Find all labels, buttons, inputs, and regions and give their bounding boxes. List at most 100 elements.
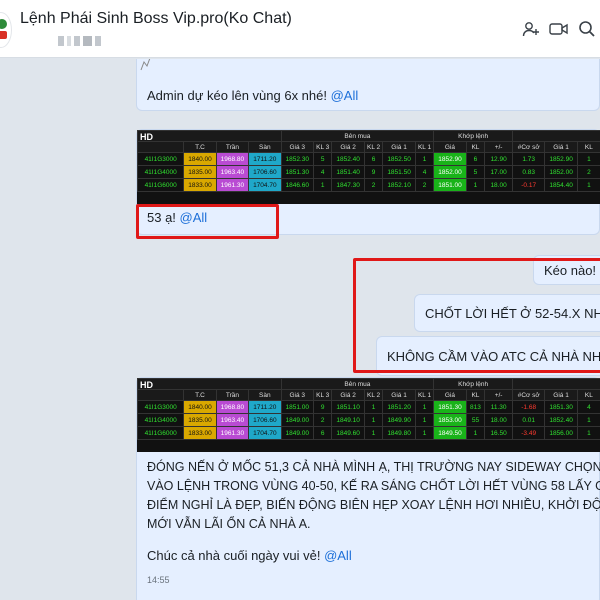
table-column-header: Giá 2 bbox=[331, 141, 365, 153]
table-cell: 1854.40 bbox=[544, 178, 578, 192]
table-cell: 1852.90 bbox=[433, 152, 467, 166]
table-column-header: T.C bbox=[183, 389, 217, 401]
table-cell: 41I1G4000 bbox=[137, 165, 185, 179]
table-cell: 18.00 bbox=[484, 413, 513, 427]
table-cell: 1851.40 bbox=[331, 165, 365, 179]
message-bubble[interactable]: HD Bên mua Khớp lệnh T.C Trần Sàn Giá 3 KL 3 Gi… bbox=[136, 377, 600, 600]
table-cell: 2 bbox=[363, 178, 384, 192]
add-member-icon[interactable] bbox=[520, 18, 542, 40]
table-cell: 1849.60 bbox=[331, 426, 365, 440]
table-cell: 1852.10 bbox=[382, 178, 416, 192]
table-cell: 17.00 bbox=[484, 165, 513, 179]
table-cell: 9 bbox=[312, 400, 333, 414]
table-group-header bbox=[137, 130, 282, 142]
table-row: 41I1G3000 1840.00 1968.80 1711.20 1851.00 9 18… bbox=[137, 400, 600, 414]
table-group-header: Khớp lệnh bbox=[433, 130, 513, 142]
table-group-header: Khớp lệnh bbox=[433, 378, 513, 390]
message-line: MỚI VẪN LÃI ỔN CẢ NHÀ A. bbox=[147, 517, 311, 531]
message-line: ĐÓNG NẾN Ở MỐC 51,3 CẢ NHÀ MÌNH Ạ, THỊ T… bbox=[147, 460, 600, 474]
table-cell: 1851.30 bbox=[544, 400, 578, 414]
table-group-header bbox=[137, 378, 282, 390]
search-icon[interactable] bbox=[576, 18, 598, 40]
table-cell: 813 bbox=[465, 400, 486, 414]
table-cell: 1853.00 bbox=[433, 413, 467, 427]
table-cell: 41I1G4000 bbox=[137, 413, 185, 427]
hd-badge: HD bbox=[140, 132, 153, 142]
table-cell: 1.73 bbox=[511, 152, 546, 166]
message-bubble[interactable]: Admin dự kéo lên vùng 6x nhé! @All bbox=[136, 59, 600, 111]
table-cell: -3.49 bbox=[511, 426, 546, 440]
table-column-header: Trần bbox=[215, 389, 250, 401]
table-column-header: Giá 1 bbox=[382, 389, 416, 401]
table-cell: 1851.30 bbox=[280, 165, 314, 179]
table-cell: 12.90 bbox=[484, 152, 513, 166]
table-column-header bbox=[137, 389, 185, 401]
table-cell: 2 bbox=[576, 165, 600, 179]
message-list[interactable]: Admin dự kéo lên vùng 6x nhé! @All HD Bê… bbox=[0, 59, 600, 600]
table-cell: 1 bbox=[576, 426, 600, 440]
table-cell: 1 bbox=[576, 178, 600, 192]
table-cell: 5 bbox=[312, 152, 333, 166]
table-cell: 1963.40 bbox=[215, 413, 250, 427]
table-cell: 1968.80 bbox=[215, 152, 250, 166]
table-cell: 1851.00 bbox=[280, 400, 314, 414]
group-title[interactable]: Lệnh Phái Sinh Boss Vip.pro(Ko Chat) bbox=[20, 10, 292, 28]
message-text: Chúc cả nhà cuối ngày vui vẻ! @All bbox=[147, 548, 352, 563]
table-cell: 18.00 bbox=[484, 178, 513, 192]
table-cell: 1851.00 bbox=[433, 178, 467, 192]
table-cell: 11.30 bbox=[484, 400, 513, 414]
table-cell: 1963.40 bbox=[215, 165, 250, 179]
table-cell: 1833.00 bbox=[183, 178, 217, 192]
table-cell: 1851.50 bbox=[382, 165, 416, 179]
mention-all[interactable]: @All bbox=[331, 88, 359, 103]
table-column-header: T.C bbox=[183, 141, 217, 153]
table-cell: 1 bbox=[363, 400, 384, 414]
table-cell: 1849.10 bbox=[331, 413, 365, 427]
table-cell: 5 bbox=[465, 165, 486, 179]
table-row: 41I1G3000 1840.00 1968.80 1711.20 1852.30 5 18… bbox=[137, 152, 600, 166]
table-cell: 1706.60 bbox=[248, 413, 282, 427]
table-cell: 1849.90 bbox=[382, 413, 416, 427]
table-cell: 0.83 bbox=[511, 165, 546, 179]
table-column-header: Giá 1 bbox=[544, 141, 578, 153]
message-line: VÀO LỆNH TRONG VÙNG 40-50, KẾ RA SÁNG CH… bbox=[147, 479, 600, 493]
table-cell: 1 bbox=[414, 426, 435, 440]
table-column-header: Giá 3 bbox=[280, 141, 314, 153]
table-cell: 4 bbox=[576, 400, 600, 414]
table-cell: 1851.10 bbox=[331, 400, 365, 414]
table-cell: 1835.00 bbox=[183, 413, 217, 427]
table-cell: 1849.80 bbox=[382, 426, 416, 440]
table-column-header: Giá 1 bbox=[544, 389, 578, 401]
mention-all[interactable]: @All bbox=[324, 548, 352, 563]
table-cell: 1849.00 bbox=[280, 426, 314, 440]
table-cell: 1849.50 bbox=[433, 426, 467, 440]
table-cell: 1852.30 bbox=[280, 152, 314, 166]
table-row: 41I1G4000 1835.00 1963.40 1706.60 1851.30 4 18… bbox=[137, 165, 600, 179]
table-cell: 1840.00 bbox=[183, 152, 217, 166]
table-row: 41I1G6000 1833.00 1961.30 1704.70 1849.00 6 18… bbox=[137, 426, 600, 440]
table-cell: 1835.00 bbox=[183, 165, 217, 179]
table-cell: 2 bbox=[414, 178, 435, 192]
table-cell: 1852.40 bbox=[544, 413, 578, 427]
table-column-header: KL 3 bbox=[312, 141, 333, 153]
table-cell: 1851.30 bbox=[433, 400, 467, 414]
red-highlight-box bbox=[353, 258, 600, 373]
table-cell: 1 bbox=[414, 413, 435, 427]
table-cell: 16.50 bbox=[484, 426, 513, 440]
table-column-header: KL bbox=[465, 141, 486, 153]
message-line: ĐIỂM NGHỈ LÀ ĐẸP, BIẾN ĐỘNG BIÊN HẸP XOA… bbox=[147, 498, 600, 512]
table-cell: 1851.20 bbox=[382, 400, 416, 414]
stock-table-image[interactable]: HD Bên mua Khớp lệnh T.C Trần Sàn Giá 3 KL 3 Gi… bbox=[137, 130, 600, 204]
table-column-header: KL 3 bbox=[312, 389, 333, 401]
table-cell: 6 bbox=[465, 152, 486, 166]
table-cell: 6 bbox=[312, 426, 333, 440]
group-avatar[interactable] bbox=[0, 12, 12, 48]
table-cell: 1840.00 bbox=[183, 400, 217, 414]
stock-table-image[interactable]: HD Bên mua Khớp lệnh T.C Trần Sàn Giá 3 KL 3 Gi… bbox=[137, 378, 600, 452]
video-call-icon[interactable] bbox=[548, 18, 570, 40]
table-cell: 1961.30 bbox=[215, 426, 250, 440]
stock-table: Bên mua Khớp lệnh T.C Trần Sàn Giá 3 KL 3 Giá 2… bbox=[137, 130, 600, 192]
table-column-header: KL 1 bbox=[414, 389, 435, 401]
table-cell: 1 bbox=[363, 426, 384, 440]
member-info-redacted bbox=[58, 36, 101, 46]
